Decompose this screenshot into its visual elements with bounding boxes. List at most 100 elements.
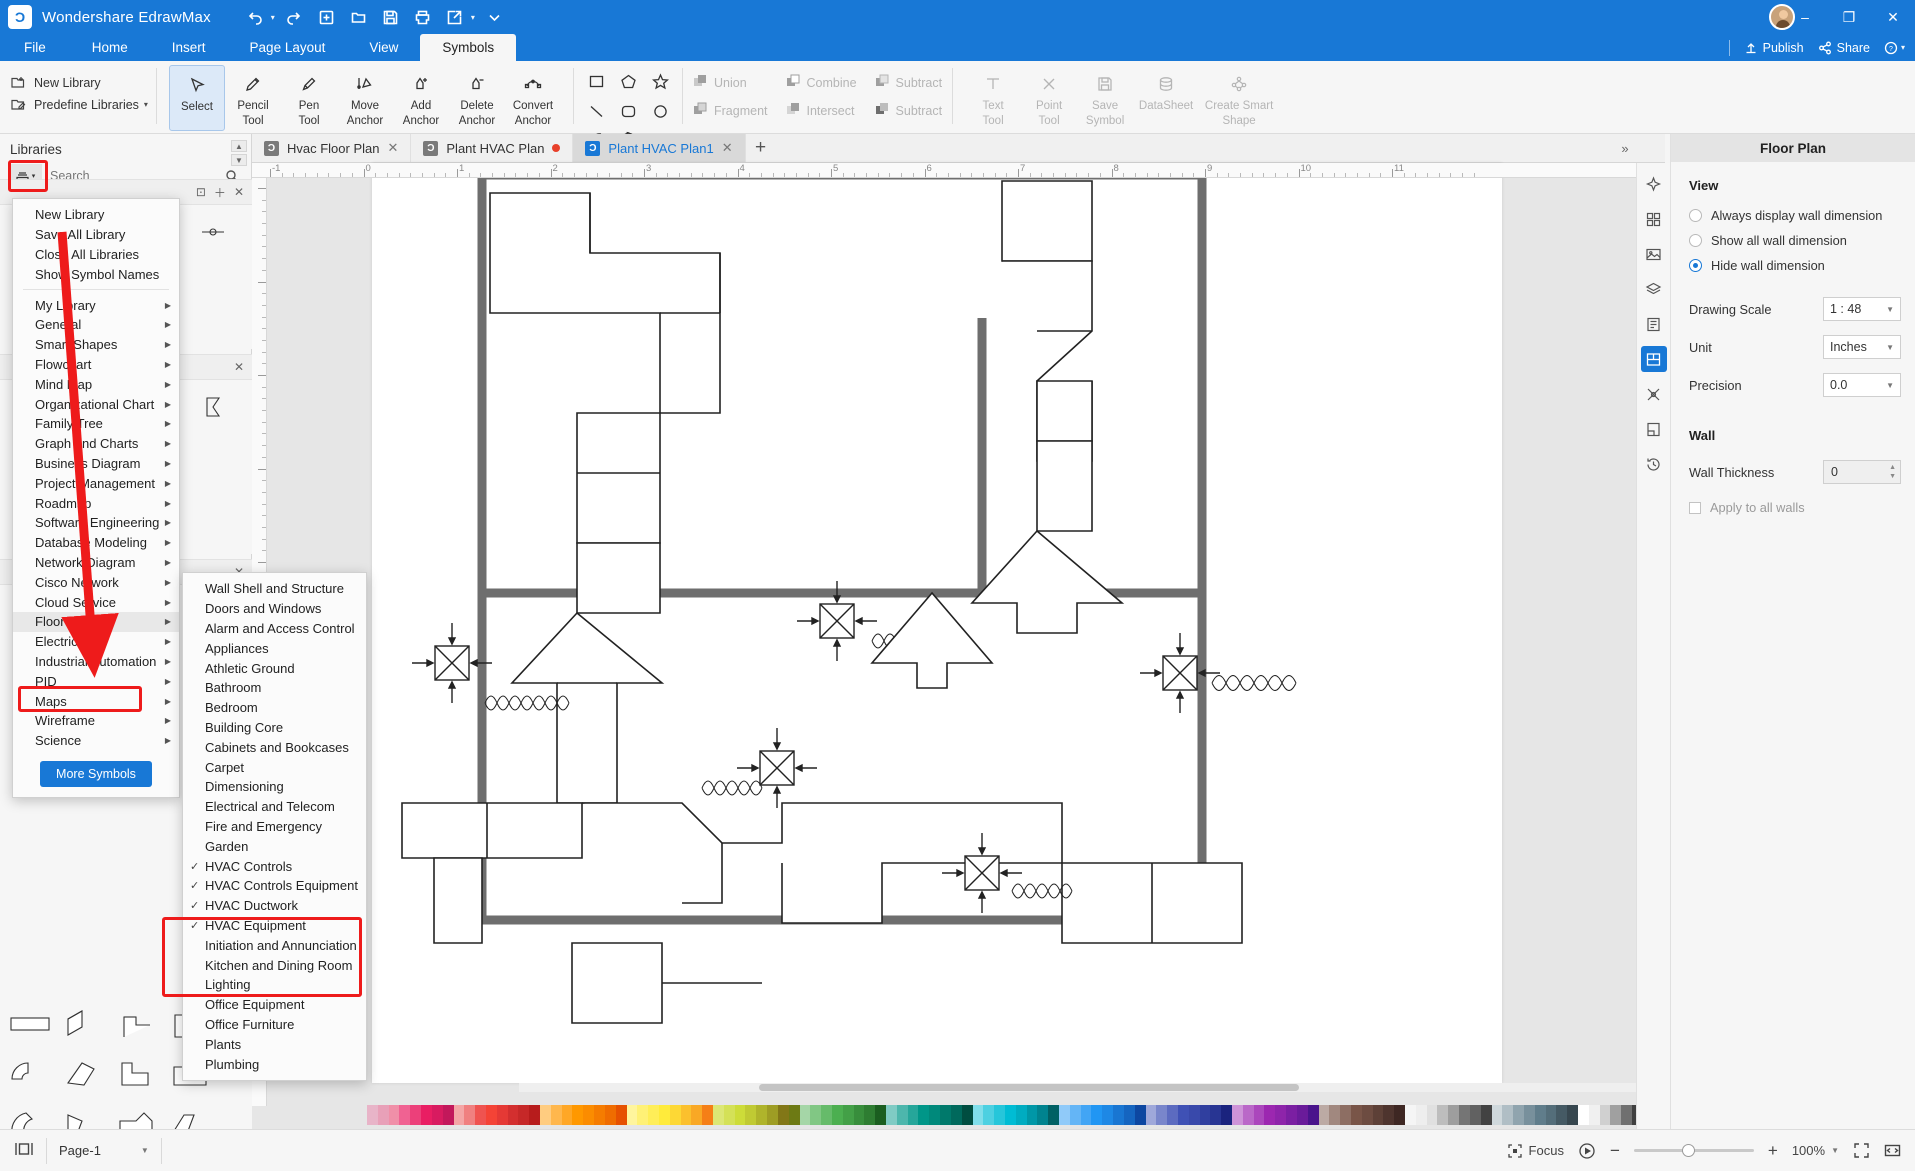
color-swatch[interactable] — [410, 1105, 422, 1125]
wall-thickness-stepper[interactable]: 0 ▲ ▼ — [1823, 460, 1901, 484]
view-mode-icon[interactable] — [14, 1141, 34, 1160]
color-swatch[interactable] — [810, 1105, 822, 1125]
color-swatch[interactable] — [1307, 1105, 1319, 1125]
symbol-item[interactable] — [60, 1053, 108, 1095]
menu-item-industrial-automation[interactable]: Industrial Automation ▶ — [13, 652, 179, 672]
color-swatch[interactable] — [842, 1105, 854, 1125]
color-swatch[interactable] — [572, 1105, 584, 1125]
color-swatch[interactable] — [367, 1105, 378, 1125]
color-swatch[interactable] — [1545, 1105, 1557, 1125]
menu-item-show-symbol-names[interactable]: Show Symbol Names — [13, 264, 179, 284]
color-swatch[interactable] — [1491, 1105, 1503, 1125]
color-swatch[interactable] — [896, 1105, 908, 1125]
menu-item-general[interactable]: General ▶ — [13, 315, 179, 335]
menu-item-project-management[interactable]: Project Management ▶ — [13, 473, 179, 493]
color-swatch[interactable] — [496, 1105, 508, 1125]
color-swatch[interactable] — [1480, 1105, 1492, 1125]
submenu-item-carpet[interactable]: Carpet — [183, 757, 366, 777]
color-swatch[interactable] — [1534, 1105, 1546, 1125]
color-swatch[interactable] — [1556, 1105, 1568, 1125]
menu-item-my-library[interactable]: My Library ▶ — [13, 295, 179, 315]
submenu-item-building-core[interactable]: Building Core — [183, 718, 366, 738]
color-swatch[interactable] — [1199, 1105, 1211, 1125]
color-swatch[interactable] — [1361, 1105, 1373, 1125]
intersect-button[interactable]: Intersect — [782, 98, 861, 124]
color-swatch[interactable] — [1242, 1105, 1254, 1125]
color-swatch[interactable] — [1437, 1105, 1449, 1125]
color-swatch[interactable] — [1275, 1105, 1287, 1125]
color-swatch[interactable] — [1156, 1105, 1168, 1125]
pin-icon[interactable]: ⊡ — [196, 185, 206, 199]
collapse-panel-button[interactable]: » — [1614, 136, 1636, 160]
text-tool-button[interactable]: Text Tool — [965, 65, 1021, 131]
submenu-item-hvac-controls[interactable]: ✓ HVAC Controls — [183, 856, 366, 876]
symbol-item[interactable] — [114, 1003, 162, 1045]
doc-tab-hvac-floor-plan[interactable]: Ɔ Hvac Floor Plan ✕ — [252, 134, 412, 162]
fit-width-icon[interactable] — [1884, 1142, 1901, 1159]
color-swatch[interactable] — [1415, 1105, 1427, 1125]
tab-home[interactable]: Home — [70, 34, 150, 61]
color-swatch[interactable] — [1015, 1105, 1027, 1125]
color-swatch[interactable] — [1145, 1105, 1157, 1125]
move-anchor-button[interactable]: Move Anchor — [337, 65, 393, 131]
star-shape-button[interactable] — [647, 68, 673, 94]
color-swatch[interactable] — [431, 1105, 443, 1125]
color-swatch[interactable] — [388, 1105, 400, 1125]
submenu-item-plants[interactable]: Plants — [183, 1034, 366, 1054]
new-library-button[interactable]: New Library — [10, 74, 150, 91]
color-swatch[interactable] — [853, 1105, 865, 1125]
color-swatch[interactable] — [1113, 1105, 1124, 1125]
user-avatar[interactable] — [1769, 4, 1795, 30]
menu-item-cloud-service[interactable]: Cloud Service ▶ — [13, 592, 179, 612]
color-swatch[interactable] — [929, 1105, 941, 1125]
tab-page-layout[interactable]: Page Layout — [228, 34, 348, 61]
color-swatch[interactable] — [1567, 1105, 1578, 1125]
help-button[interactable]: ? ▾ — [1884, 41, 1907, 55]
radio-hide-wall-dimension[interactable]: Hide wall dimension — [1671, 253, 1915, 278]
undo-icon[interactable] — [241, 4, 269, 30]
color-swatch[interactable] — [421, 1105, 432, 1125]
color-swatch[interactable] — [453, 1105, 465, 1125]
color-swatch[interactable] — [518, 1105, 530, 1125]
color-swatch[interactable] — [723, 1105, 735, 1125]
zoom-out-button[interactable]: − — [1610, 1141, 1620, 1161]
help-caret-icon[interactable]: ▾ — [1901, 43, 1905, 52]
color-swatch[interactable] — [1350, 1105, 1362, 1125]
canvas-area[interactable] — [252, 163, 1679, 1129]
print-icon[interactable] — [409, 4, 437, 30]
radio-always-display-wall-dimension[interactable]: Always display wall dimension — [1671, 203, 1915, 228]
menu-item-maps[interactable]: Maps ▶ — [13, 691, 179, 711]
color-swatch[interactable] — [1188, 1105, 1200, 1125]
new-icon[interactable] — [313, 4, 341, 30]
close-icon[interactable]: ✕ — [722, 140, 733, 156]
color-swatch[interactable] — [615, 1105, 627, 1125]
submenu-item-bathroom[interactable]: Bathroom — [183, 678, 366, 698]
export-icon[interactable] — [441, 4, 469, 30]
color-swatch[interactable] — [1318, 1105, 1330, 1125]
color-swatch[interactable] — [1588, 1105, 1600, 1125]
color-swatch[interactable] — [377, 1105, 389, 1125]
notes-icon[interactable] — [1641, 311, 1667, 337]
drawing-scale-select[interactable]: 1 : 48 ▼ — [1823, 297, 1901, 321]
color-swatch[interactable] — [756, 1105, 768, 1125]
save-icon[interactable] — [377, 4, 405, 30]
color-palette-strip[interactable] — [367, 1105, 1665, 1125]
customize-icon[interactable] — [481, 4, 509, 30]
color-swatch[interactable] — [626, 1105, 638, 1125]
menu-item-cisco-network[interactable]: Cisco Network ▶ — [13, 572, 179, 592]
color-swatch[interactable] — [561, 1105, 573, 1125]
color-swatch[interactable] — [1610, 1105, 1622, 1125]
menu-item-network-diagram[interactable]: Network Diagram ▶ — [13, 553, 179, 573]
open-icon[interactable] — [345, 4, 373, 30]
present-icon[interactable] — [1578, 1142, 1596, 1160]
menu-item-database-modeling[interactable]: Database Modeling ▶ — [13, 533, 179, 553]
color-swatch[interactable] — [1026, 1105, 1038, 1125]
submenu-item-hvac-controls-equipment[interactable]: ✓ HVAC Controls Equipment — [183, 876, 366, 896]
more-symbols-button[interactable]: More Symbols — [40, 760, 152, 787]
color-swatch[interactable] — [1134, 1105, 1146, 1125]
add-anchor-button[interactable]: Add Anchor — [393, 65, 449, 131]
color-swatch[interactable] — [713, 1105, 724, 1125]
delete-anchor-button[interactable]: Delete Anchor — [449, 65, 505, 131]
color-swatch[interactable] — [1102, 1105, 1114, 1125]
color-swatch[interactable] — [918, 1105, 930, 1125]
